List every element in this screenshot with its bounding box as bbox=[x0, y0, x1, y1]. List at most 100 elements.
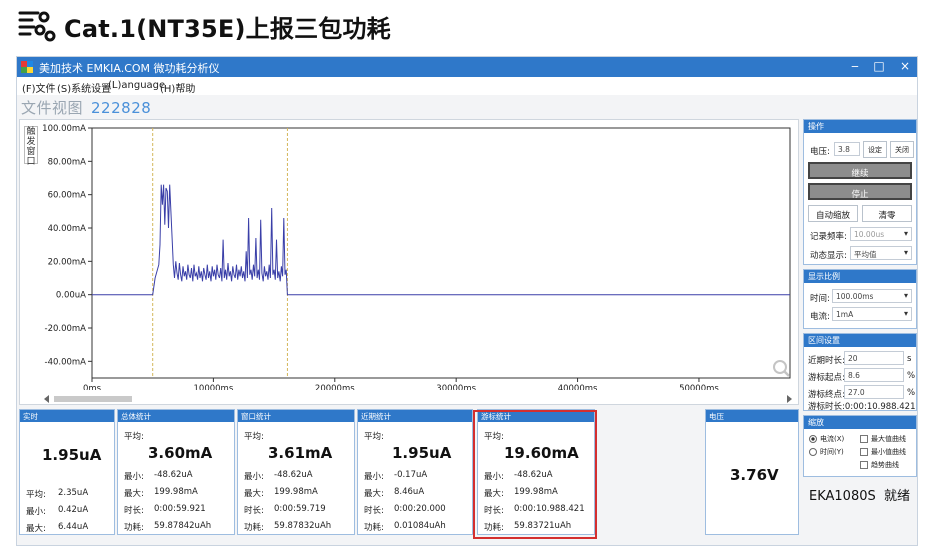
zoom-header: 缩放 bbox=[804, 416, 916, 429]
record-rate-select[interactable]: 10.00us bbox=[850, 227, 912, 241]
total-stats-card: 总体统计 平均: 3.60mA 最小: -48.62uA 最大: 199.98m… bbox=[117, 409, 235, 535]
total-max: 199.98mA bbox=[154, 487, 198, 497]
y-tick-label: -40.00mA bbox=[45, 357, 87, 367]
dynamic-display-select[interactable]: 平均值 bbox=[850, 246, 912, 260]
window-min-label: 最小: bbox=[244, 472, 264, 482]
display-scale-section: 显示比例 时间: 100.00ms 电流: 1mA bbox=[803, 269, 917, 329]
total-min: -48.62uA bbox=[154, 470, 193, 480]
app-logo-icon bbox=[21, 61, 33, 73]
checkbox-min-curve[interactable]: 最小值曲线 bbox=[860, 447, 906, 457]
checkbox-trend-curve[interactable]: 趋势曲线 bbox=[860, 460, 899, 470]
operate-section: 操作 电压: 3.8 设定 关闭 继续 停止 自动缩放 清零 记录频率: 10.… bbox=[803, 119, 917, 265]
menu-help[interactable]: (H)帮助 bbox=[160, 80, 195, 95]
y-tick-label: 100.00mA bbox=[42, 124, 86, 134]
recent-duration-input[interactable]: 20 bbox=[844, 351, 904, 365]
radio-time-y[interactable]: 时间(Y) bbox=[809, 447, 844, 457]
y-tick-label: 20.00mA bbox=[48, 257, 87, 267]
auto-scale-button[interactable]: 自动缩放 bbox=[808, 205, 858, 222]
continue-button[interactable]: 继续 bbox=[808, 162, 912, 179]
radio-unchecked-icon bbox=[809, 447, 817, 456]
voltage-input[interactable]: 3.8 bbox=[834, 142, 860, 156]
operate-header: 操作 bbox=[804, 120, 916, 133]
clear-button[interactable]: 清零 bbox=[862, 205, 912, 222]
realtime-max-label: 最大: bbox=[26, 524, 46, 534]
window-title: 美加技术 EMKIA.COM 微功耗分析仪 bbox=[39, 62, 220, 75]
realtime-header: 实时 bbox=[20, 410, 114, 422]
radio-time-label: 时间(Y) bbox=[820, 448, 844, 456]
realtime-min: 0.42uA bbox=[58, 505, 89, 515]
recent-avg-label: 平均: bbox=[364, 432, 384, 442]
checkbox-min-label: 最小值曲线 bbox=[871, 448, 906, 456]
realtime-avg-label: 平均: bbox=[26, 490, 46, 500]
recent-duration-unit: s bbox=[907, 354, 912, 364]
window-energy-label: 功耗: bbox=[244, 523, 264, 533]
total-stats-header: 总体统计 bbox=[118, 410, 234, 422]
window-stats-card: 窗口统计 平均: 3.61mA 最小: -48.62uA 最大: 199.98m… bbox=[237, 409, 355, 535]
menu-bar: (F)文件 (S)系统设置 (L)anguage (H)帮助 bbox=[17, 77, 917, 95]
file-view-label: 文件视图 bbox=[21, 99, 84, 117]
plot-area bbox=[91, 127, 791, 379]
scroll-thumb bbox=[54, 396, 132, 402]
x-tick-label: 0ms bbox=[83, 384, 102, 390]
cursor-end-label: 游标终点: bbox=[808, 390, 845, 400]
menu-language[interactable]: (L)anguage bbox=[108, 80, 165, 91]
x-tick-label: 40000ms bbox=[558, 384, 598, 390]
minimize-button[interactable]: ‒ bbox=[843, 59, 867, 73]
device-ready-status: 就绪 bbox=[884, 489, 911, 504]
recent-avg: 1.95uA bbox=[392, 444, 452, 462]
total-dur-label: 时长: bbox=[124, 506, 144, 516]
checkbox-max-curve[interactable]: 最大值曲线 bbox=[860, 434, 906, 444]
y-tick-label: 80.00mA bbox=[48, 157, 87, 167]
recent-energy-label: 功耗: bbox=[364, 523, 384, 533]
realtime-avg: 2.35uA bbox=[58, 488, 89, 498]
interval-settings-section: 区间设置 近期时长: 20 s 游标起点: 8.6 % 游标终点: 27.0 %… bbox=[803, 333, 917, 412]
window-stats-header: 窗口统计 bbox=[238, 410, 354, 422]
current-scale-select[interactable]: 1mA bbox=[832, 307, 912, 321]
recent-min-label: 最小: bbox=[364, 472, 384, 482]
recent-dur: 0:00:20.000 bbox=[394, 504, 446, 514]
x-tick-label: 20000ms bbox=[315, 384, 355, 390]
waveform-chart-panel[interactable]: 触发窗口 100.00mA 80.00mA 60.00mA 40.00mA 20.00m… bbox=[19, 119, 799, 405]
close-button[interactable]: × bbox=[893, 59, 917, 73]
time-scale-select[interactable]: 100.00ms bbox=[832, 289, 912, 303]
power-off-button[interactable]: 关闭 bbox=[890, 141, 914, 158]
total-energy: 59.87842uAh bbox=[154, 521, 212, 531]
recent-min: -0.17uA bbox=[394, 470, 428, 480]
cursor-end-input[interactable]: 27.0 bbox=[844, 385, 904, 399]
zoom-section: 缩放 电流(X) 时间(Y) 最大值曲线 最小值曲线 趋势曲线 bbox=[803, 415, 917, 477]
menu-file[interactable]: (F)文件 bbox=[22, 80, 56, 95]
set-voltage-button[interactable]: 设定 bbox=[863, 141, 887, 158]
cursor-duration-text: 游标时长:0:00:10.988.421 bbox=[808, 402, 916, 412]
window-max: 199.98mA bbox=[274, 487, 318, 497]
record-rate-label: 记录频率: bbox=[810, 232, 847, 242]
total-avg-label: 平均: bbox=[124, 432, 144, 442]
checkbox-icon bbox=[860, 434, 868, 443]
realtime-value: 1.95uA bbox=[42, 446, 102, 464]
menu-settings[interactable]: (S)系统设置 bbox=[57, 80, 111, 95]
window-energy: 59.87832uAh bbox=[274, 521, 332, 531]
cursor-start-unit: % bbox=[907, 371, 916, 381]
checkbox-icon bbox=[860, 447, 868, 456]
current-scale-label: 电流: bbox=[810, 312, 830, 322]
voltage-label: 电压: bbox=[810, 147, 830, 157]
horizontal-scrollbar[interactable] bbox=[42, 394, 794, 404]
current-waveform-chart[interactable]: 100.00mA 80.00mA 60.00mA 40.00mA 20.00mA 0.00… bbox=[20, 120, 798, 390]
interval-settings-header: 区间设置 bbox=[804, 334, 916, 347]
recent-stats-header: 近期统计 bbox=[358, 410, 472, 422]
window-dur-label: 时长: bbox=[244, 506, 264, 516]
total-dur: 0:00:59.921 bbox=[154, 504, 206, 514]
file-view-heading: 文件视图 222828 bbox=[21, 97, 151, 118]
sliders-network-icon bbox=[18, 11, 56, 42]
restore-button[interactable]: □ bbox=[867, 59, 891, 73]
radio-current-x[interactable]: 电流(X) bbox=[809, 434, 844, 444]
dynamic-display-label: 动态显示: bbox=[810, 251, 847, 261]
recent-duration-label: 近期时长: bbox=[808, 356, 845, 366]
recent-energy: 0.01084uAh bbox=[394, 521, 446, 531]
window-dur: 0:00:59.719 bbox=[274, 504, 326, 514]
highlight-box bbox=[473, 410, 597, 539]
time-scale-label: 时间: bbox=[810, 294, 830, 304]
total-avg: 3.60mA bbox=[148, 444, 213, 462]
cursor-start-input[interactable]: 8.6 bbox=[844, 368, 904, 382]
total-energy-label: 功耗: bbox=[124, 523, 144, 533]
stop-button[interactable]: 停止 bbox=[808, 183, 912, 200]
